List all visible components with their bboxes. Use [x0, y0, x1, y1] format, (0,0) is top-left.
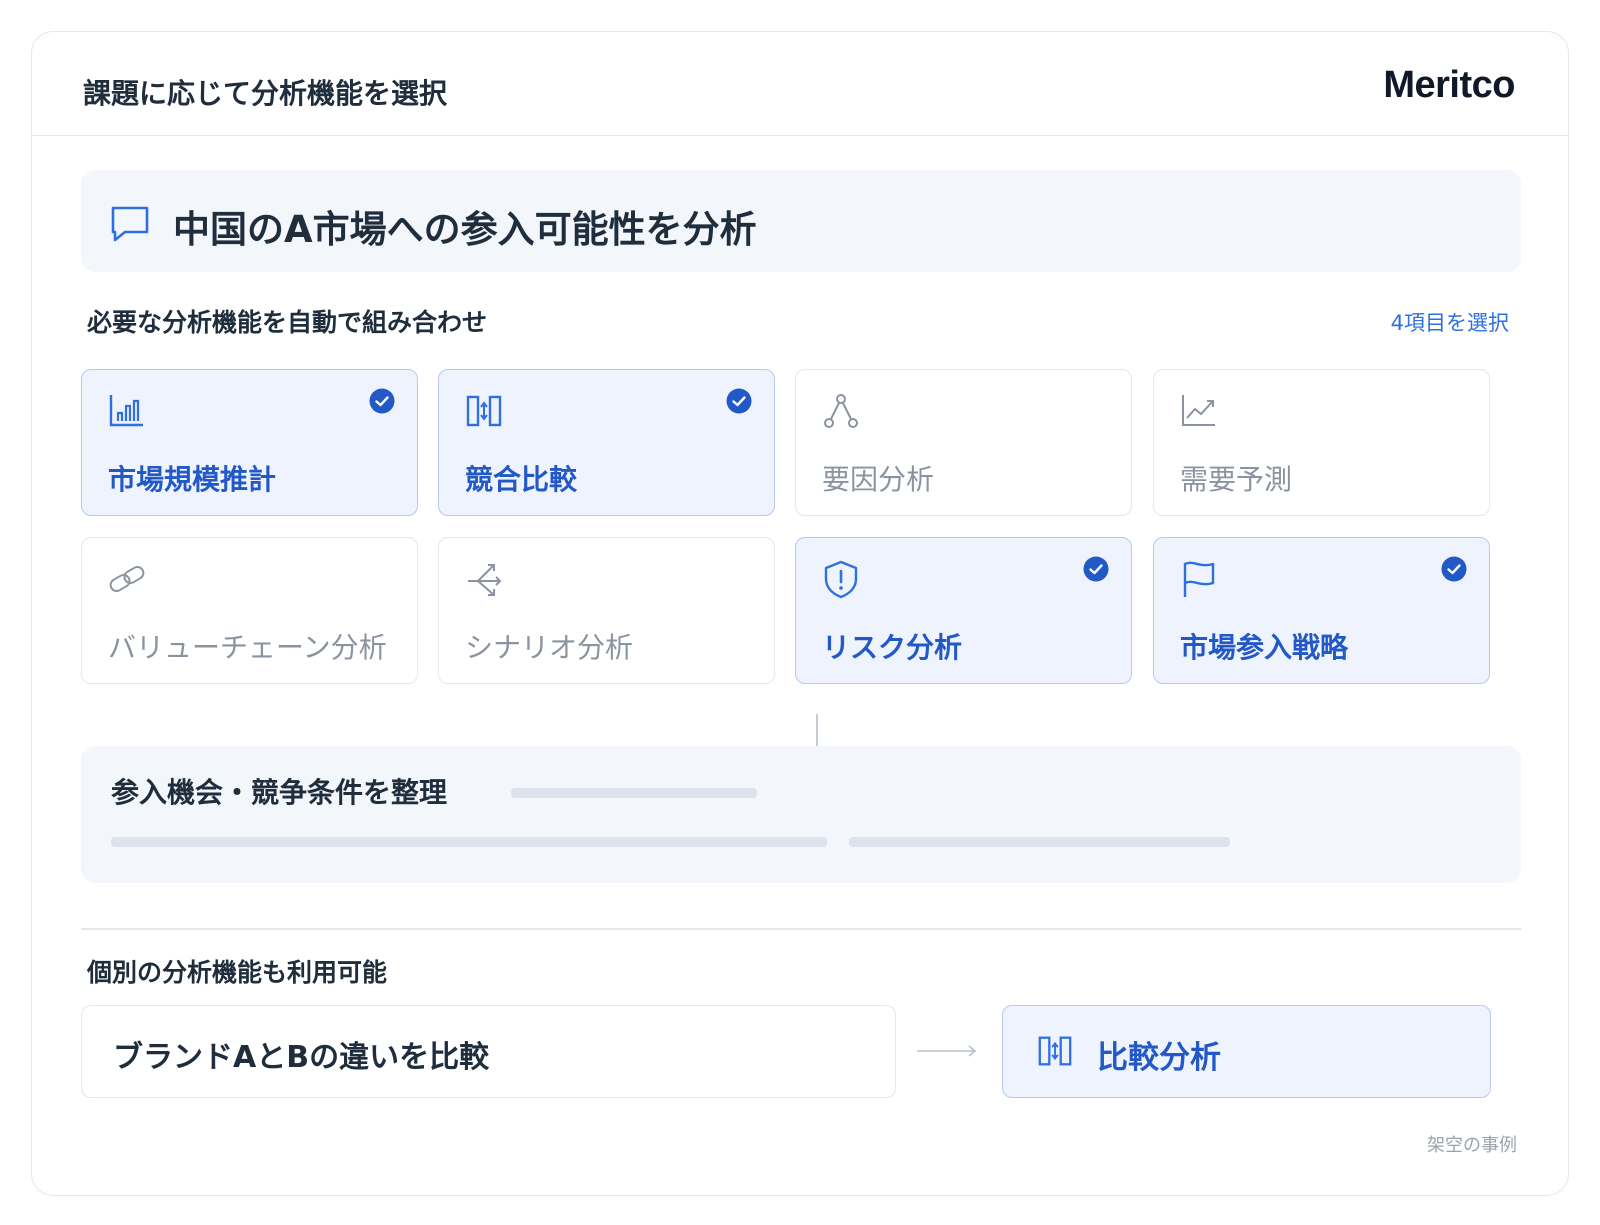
tile-label: リスク分析: [822, 631, 963, 664]
tile-risk[interactable]: リスク分析: [795, 537, 1132, 684]
section-divider: [81, 928, 1521, 930]
tile-label: 需要予測: [1180, 463, 1293, 496]
tile-label: 競合比較: [465, 463, 578, 496]
tile-value-chain[interactable]: バリューチェーン分析: [81, 537, 418, 684]
shield-alert-icon: [824, 560, 858, 599]
tile-factor-analysis[interactable]: 要因分析: [795, 369, 1132, 516]
main-card: 課題に応じて分析機能を選択 Meritco 中国のA市場への参入可能性を分析 必…: [31, 31, 1569, 1196]
arrow-right-icon: [917, 1045, 977, 1057]
check-icon: [1441, 556, 1467, 582]
check-icon: [726, 388, 752, 414]
factor-nodes-icon: [824, 394, 858, 428]
compare-icon: [466, 395, 502, 427]
result-panel: 参入機会・競争条件を整理: [81, 746, 1521, 883]
footnote: 架空の事例: [1427, 1135, 1517, 1156]
query-box: 中国のA市場への参入可能性を分析: [81, 170, 1521, 272]
placeholder-bar: [511, 788, 757, 798]
ask-box[interactable]: ブランドAとBの違いを比較: [81, 1005, 896, 1098]
bar-chart-icon: [109, 395, 143, 427]
tile-competitor-compare[interactable]: 競合比較: [438, 369, 775, 516]
placeholder-bar: [111, 837, 827, 847]
link-icon: [109, 566, 145, 592]
tile-label: シナリオ分析: [465, 631, 634, 664]
answer-box[interactable]: 比較分析: [1002, 1005, 1491, 1098]
individual-label: 個別の分析機能も利用可能: [87, 958, 388, 987]
auto-combine-label: 必要な分析機能を自動で組み合わせ: [87, 308, 488, 337]
check-icon: [1083, 556, 1109, 582]
brand-logo: Meritco: [1383, 64, 1515, 106]
card-header: 課題に応じて分析機能を選択 Meritco: [32, 32, 1568, 136]
check-icon: [369, 388, 395, 414]
branch-arrows-icon: [468, 564, 502, 596]
tile-label: 要因分析: [822, 463, 935, 496]
placeholder-bar: [849, 837, 1230, 847]
tile-demand-forecast[interactable]: 需要予測: [1153, 369, 1490, 516]
result-title: 参入機会・競争条件を整理: [111, 776, 448, 809]
tile-market-size[interactable]: 市場規模推計: [81, 369, 418, 516]
trend-line-icon: [1182, 395, 1215, 426]
query-text: 中国のA市場への参入可能性を分析: [173, 208, 757, 251]
page-title: 課題に応じて分析機能を選択: [83, 77, 448, 110]
flag-icon: [1183, 561, 1215, 597]
selected-count[interactable]: 4項目を選択: [1391, 307, 1509, 337]
tile-market-entry[interactable]: 市場参入戦略: [1153, 537, 1490, 684]
chat-bubble-icon: [111, 206, 149, 242]
compare-icon: [1038, 1036, 1072, 1066]
answer-text: 比較分析: [1097, 1040, 1221, 1076]
tile-label: 市場参入戦略: [1180, 631, 1349, 664]
tile-label: バリューチェーン分析: [108, 631, 387, 664]
tile-scenario[interactable]: シナリオ分析: [438, 537, 775, 684]
tile-label: 市場規模推計: [108, 463, 277, 496]
ask-text: ブランドAとBの違いを比較: [113, 1040, 490, 1075]
